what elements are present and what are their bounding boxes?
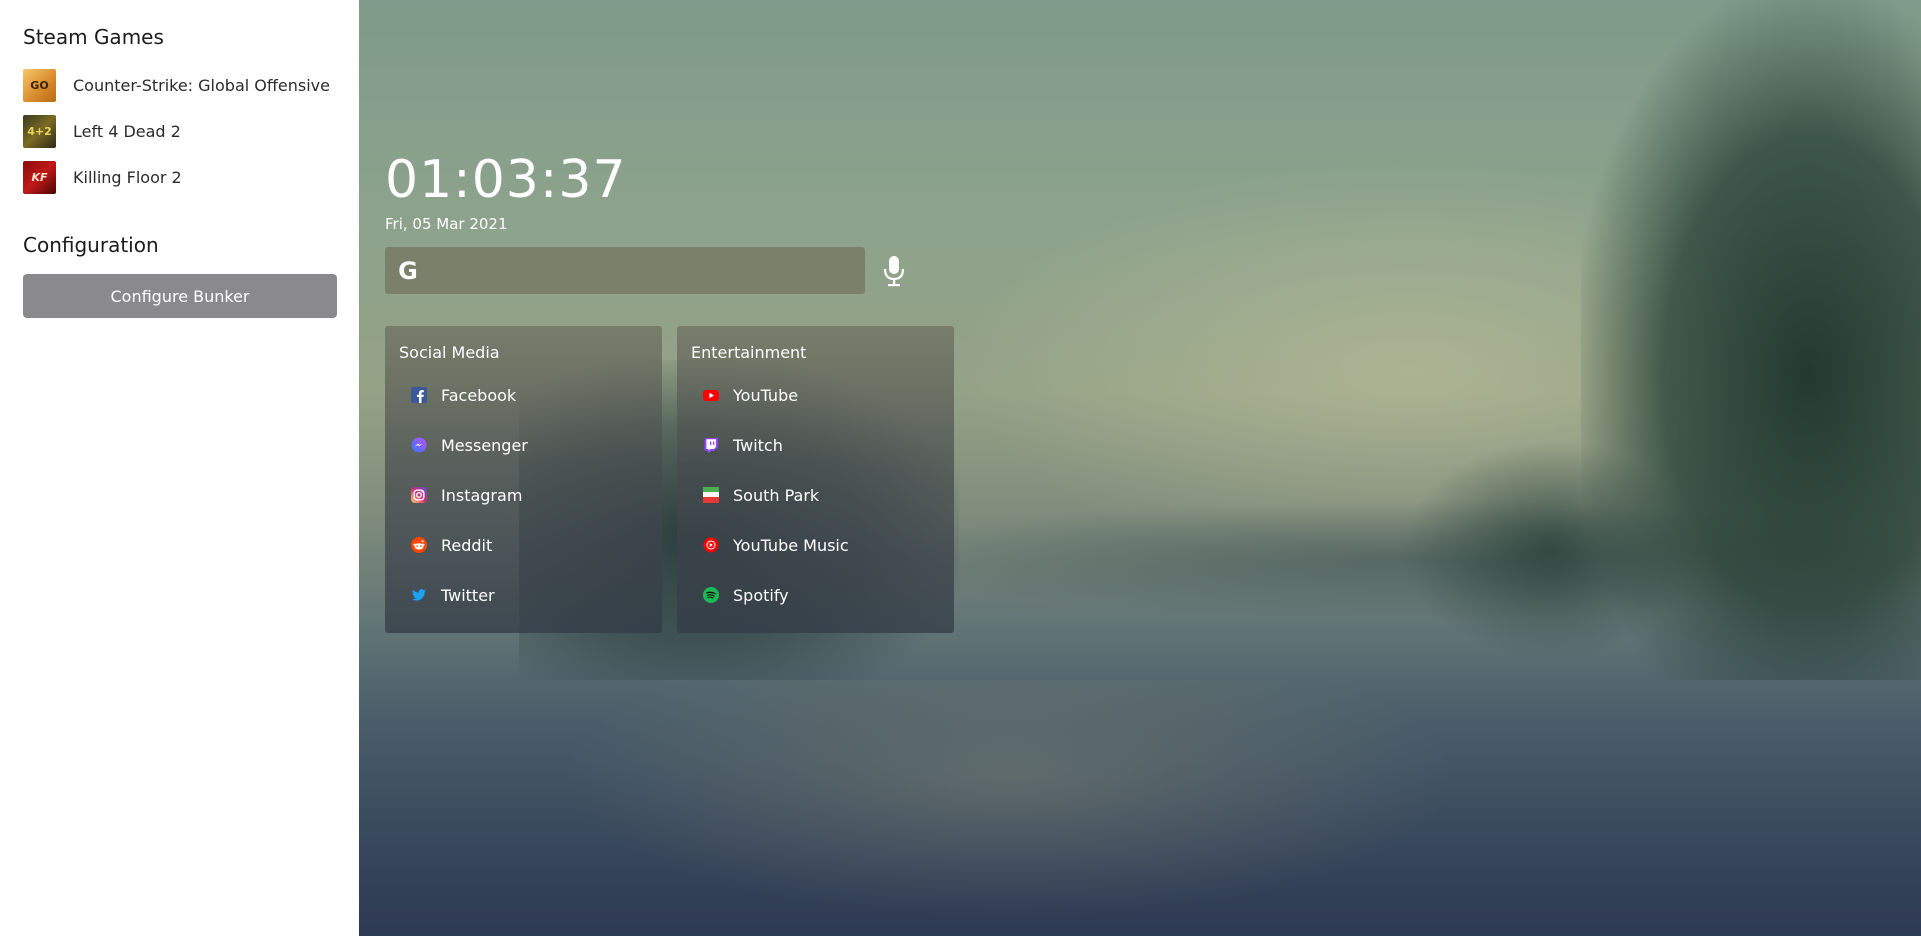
game-label: Left 4 Dead 2 [73, 121, 181, 141]
csgo-icon: GO [23, 68, 56, 102]
link-reddit[interactable]: Reddit [399, 520, 648, 570]
sidebar: Steam Games GO Counter-Strike: Global Of… [0, 0, 359, 936]
link-label: South Park [733, 485, 820, 505]
link-label: YouTube Music [733, 535, 849, 555]
steam-games-heading: Steam Games [23, 25, 164, 49]
instagram-icon [411, 487, 427, 503]
link-twitter[interactable]: Twitter [399, 570, 648, 620]
configuration-heading: Configuration [23, 233, 159, 257]
link-label: Spotify [733, 585, 789, 605]
south-park-icon [703, 487, 719, 503]
background-horizon [859, 500, 1921, 620]
search-bar: G [385, 247, 865, 294]
social-media-card: Social Media Facebook Messenger Instagra… [385, 326, 662, 633]
background-reflection [559, 680, 1459, 920]
game-label: Counter-Strike: Global Offensive [73, 75, 330, 95]
game-item-killingfloor2[interactable]: KF Killing Floor 2 [23, 154, 336, 200]
left4dead2-icon: 4+2 [23, 114, 56, 148]
link-instagram[interactable]: Instagram [399, 470, 648, 520]
card-title: Social Media [399, 343, 500, 362]
link-label: Reddit [441, 535, 493, 555]
link-label: Twitch [733, 435, 783, 455]
google-icon[interactable]: G [385, 247, 431, 294]
youtube-music-icon [703, 537, 719, 553]
link-label: Messenger [441, 435, 528, 455]
link-label: Instagram [441, 485, 523, 505]
spotify-icon [703, 587, 719, 603]
twitch-icon [703, 437, 719, 453]
new-tab-page: Steam Games GO Counter-Strike: Global Of… [0, 0, 1921, 936]
link-youtube-music[interactable]: YouTube Music [691, 520, 940, 570]
social-media-links: Facebook Messenger Instagram Reddit Twit… [399, 370, 648, 620]
background-trees-shore [1401, 440, 1701, 660]
link-south-park[interactable]: South Park [691, 470, 940, 520]
killingfloor2-icon: KF [23, 160, 56, 194]
reddit-icon [411, 537, 427, 553]
date: Fri, 05 Mar 2021 [385, 215, 508, 233]
search-input[interactable] [431, 247, 865, 294]
entertainment-card: Entertainment YouTube Twitch South Park … [677, 326, 954, 633]
facebook-icon [411, 387, 427, 403]
link-facebook[interactable]: Facebook [399, 370, 648, 420]
card-title: Entertainment [691, 343, 807, 362]
clock: 01:03:37 [385, 150, 627, 210]
background-trees-right [1581, 0, 1921, 680]
youtube-icon [703, 387, 719, 403]
background-water [359, 640, 1921, 936]
twitter-icon [411, 587, 427, 603]
link-label: Twitter [441, 585, 495, 605]
link-youtube[interactable]: YouTube [691, 370, 940, 420]
game-label: Killing Floor 2 [73, 167, 182, 187]
link-label: Facebook [441, 385, 517, 405]
link-messenger[interactable]: Messenger [399, 420, 648, 470]
link-twitch[interactable]: Twitch [691, 420, 940, 470]
game-item-csgo[interactable]: GO Counter-Strike: Global Offensive [23, 62, 336, 108]
background-sky [959, 160, 1859, 580]
link-label: YouTube [733, 385, 799, 405]
messenger-icon [411, 437, 427, 453]
steam-games-list: GO Counter-Strike: Global Offensive 4+2 … [23, 62, 336, 200]
link-spotify[interactable]: Spotify [691, 570, 940, 620]
game-item-left4dead2[interactable]: 4+2 Left 4 Dead 2 [23, 108, 336, 154]
configure-bunker-button[interactable]: Configure Bunker [23, 274, 337, 318]
microphone-icon[interactable] [879, 254, 909, 288]
main-area: 01:03:37 Fri, 05 Mar 2021 G Social Media [359, 0, 1921, 936]
entertainment-links: YouTube Twitch South Park YouTube Music … [691, 370, 940, 620]
